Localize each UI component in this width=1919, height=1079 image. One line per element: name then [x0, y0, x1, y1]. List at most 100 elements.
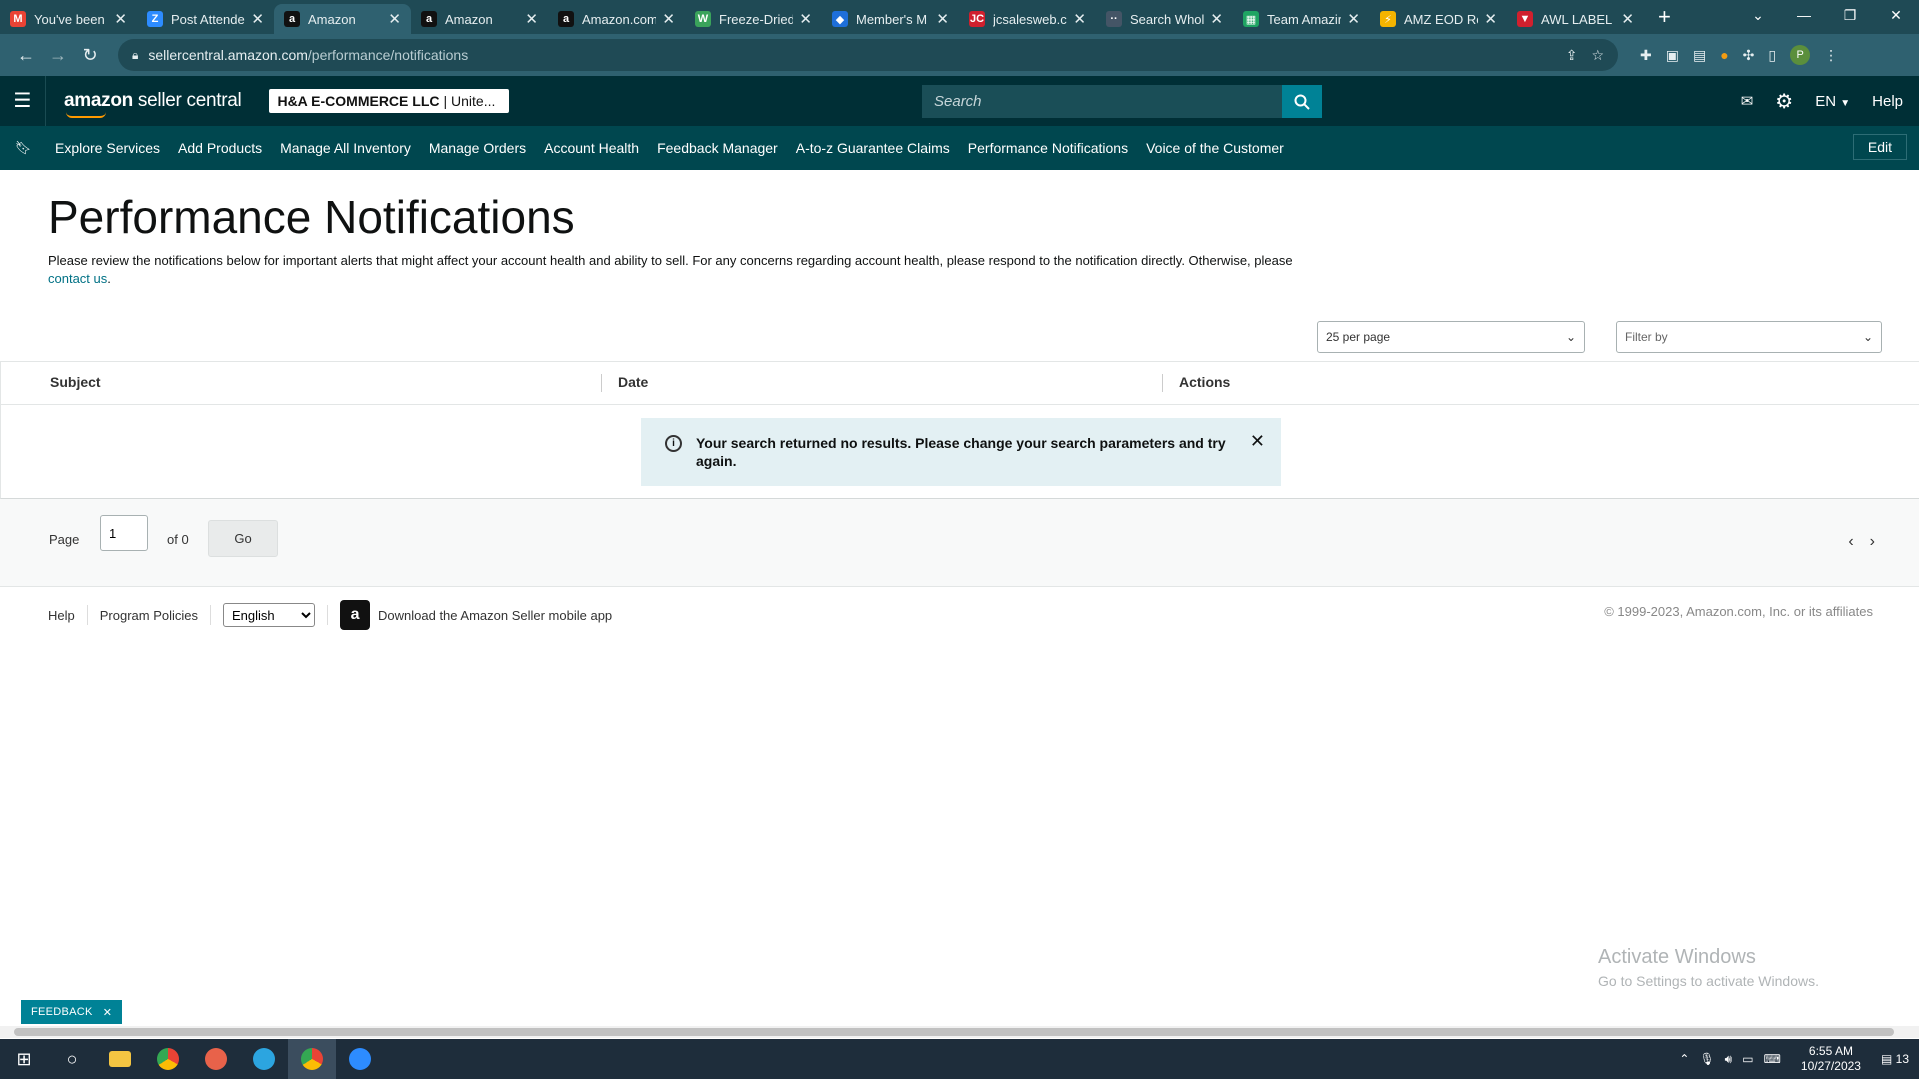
- nav-item[interactable]: Explore Services: [46, 140, 169, 156]
- side-panel-icon[interactable]: ▯: [1768, 47, 1776, 64]
- account-switcher[interactable]: H&A E-COMMERCE LLC | Unite...: [269, 89, 510, 113]
- minimize-button[interactable]: —: [1781, 7, 1827, 23]
- puzzle-icon[interactable]: ✣: [1743, 47, 1755, 64]
- nav-item[interactable]: Voice of the Customer: [1137, 140, 1293, 156]
- mail-icon[interactable]: ✉: [1741, 92, 1754, 110]
- language-selector[interactable]: EN ▼: [1815, 93, 1850, 110]
- feedback-button[interactable]: FEEDBACK ✕: [21, 1000, 123, 1024]
- tab-close-icon[interactable]: ✕: [388, 10, 401, 28]
- tab-close-icon[interactable]: ✕: [936, 10, 949, 28]
- tab-close-icon[interactable]: ✕: [1073, 10, 1086, 28]
- edit-nav-button[interactable]: Edit: [1852, 134, 1907, 160]
- browser-tab[interactable]: a Amazon ✕: [411, 4, 548, 34]
- bookmark-icon[interactable]: 🔖︎: [0, 140, 46, 156]
- tab-close-icon[interactable]: ✕: [251, 10, 264, 28]
- chrome-profile-icon[interactable]: [288, 1039, 336, 1079]
- browser-tab[interactable]: Z Post Attende ✕: [137, 4, 274, 34]
- browser-tab[interactable]: W Freeze-Dried ✕: [685, 4, 822, 34]
- column-date[interactable]: Date: [618, 374, 648, 390]
- page-number-input[interactable]: [100, 515, 148, 551]
- keyboard-icon[interactable]: ⌨: [1764, 1052, 1781, 1066]
- browser-tab[interactable]: a Amazon ✕: [274, 4, 411, 34]
- close-icon[interactable]: ✕: [103, 1006, 113, 1019]
- browser-tab[interactable]: ·· Search Whol ✕: [1096, 4, 1233, 34]
- search-circle-icon[interactable]: ○: [48, 1039, 96, 1079]
- network-icon[interactable]: ▭: [1742, 1052, 1753, 1066]
- browser-tab[interactable]: JC jcsalesweb.cc ✕: [959, 4, 1096, 34]
- footer-language-select[interactable]: English: [223, 603, 316, 627]
- extension-icon[interactable]: ✚: [1640, 47, 1652, 64]
- tab-close-icon[interactable]: ✕: [799, 10, 812, 28]
- per-page-select[interactable]: 25 per page ⌄: [1317, 321, 1585, 353]
- extension-icon[interactable]: ▤: [1693, 47, 1706, 64]
- browser-tab[interactable]: M You've been ✕: [0, 4, 137, 34]
- gear-icon[interactable]: ⚙: [1775, 89, 1793, 114]
- amazon-seller-central-logo[interactable]: amazon seller central: [64, 90, 242, 118]
- tab-close-icon[interactable]: ✕: [525, 10, 538, 28]
- horizontal-scrollbar[interactable]: [0, 1026, 1919, 1038]
- tab-search-icon[interactable]: ⌄: [1735, 7, 1781, 24]
- tab-close-icon[interactable]: ✕: [1210, 10, 1223, 28]
- tab-close-icon[interactable]: ✕: [662, 10, 675, 28]
- amazon-app-icon[interactable]: a: [340, 600, 371, 630]
- clock[interactable]: 6:55 AM 10/27/2023: [1801, 1044, 1861, 1074]
- program-policies-link[interactable]: Program Policies: [100, 608, 198, 623]
- tab-close-icon[interactable]: ✕: [1484, 10, 1497, 28]
- profile-avatar[interactable]: P: [1790, 45, 1811, 65]
- nav-item[interactable]: Add Products: [169, 140, 271, 156]
- close-icon[interactable]: ✕: [1250, 432, 1265, 450]
- speaker-icon[interactable]: 🔊︎: [1725, 1052, 1733, 1067]
- microphone-icon[interactable]: 🎙︎: [1699, 1052, 1714, 1066]
- forward-icon[interactable]: →: [42, 45, 74, 66]
- new-tab-button[interactable]: +: [1658, 4, 1671, 30]
- nav-item[interactable]: Feedback Manager: [648, 140, 787, 156]
- column-subject[interactable]: Subject: [50, 374, 101, 390]
- tab-title: AWL LABEL: [1541, 11, 1613, 27]
- scrollbar-thumb[interactable]: [14, 1028, 1894, 1036]
- search-button[interactable]: [1282, 85, 1322, 118]
- tab-close-icon[interactable]: ✕: [114, 10, 127, 28]
- nav-item[interactable]: Account Health: [535, 140, 648, 156]
- telegram-icon[interactable]: [240, 1039, 288, 1079]
- contact-us-link[interactable]: contact us: [48, 271, 107, 286]
- chevron-up-icon[interactable]: ⌃: [1679, 1052, 1689, 1066]
- browser-tab[interactable]: ⚡ AMZ EOD Re ✕: [1370, 4, 1507, 34]
- file-explorer-icon[interactable]: [96, 1039, 144, 1079]
- reload-icon[interactable]: ↻: [74, 45, 106, 66]
- tab-close-icon[interactable]: ✕: [1621, 10, 1634, 28]
- extension-icon[interactable]: ▣: [1666, 47, 1679, 64]
- go-button[interactable]: Go: [208, 520, 278, 557]
- zoom-icon[interactable]: [336, 1039, 384, 1079]
- restore-button[interactable]: ❐: [1827, 7, 1873, 24]
- chevron-down-icon: ⌄: [1862, 330, 1873, 344]
- chevron-right-icon[interactable]: ›: [1870, 533, 1875, 551]
- share-icon[interactable]: ⇪: [1566, 47, 1578, 64]
- nav-item[interactable]: Manage All Inventory: [271, 140, 420, 156]
- download-app-link[interactable]: Download the Amazon Seller mobile app: [378, 608, 612, 623]
- address-bar[interactable]: 🔒︎ sellercentral.amazon.com/performance/…: [118, 39, 1618, 71]
- notification-center-icon[interactable]: ▤ 13: [1881, 1052, 1909, 1066]
- game-app-icon[interactable]: [192, 1039, 240, 1079]
- windows-start-icon[interactable]: ⊞: [0, 1039, 48, 1079]
- menu-kebab-icon[interactable]: ⋮: [1824, 47, 1838, 64]
- nav-item[interactable]: Manage Orders: [420, 140, 535, 156]
- chrome-icon[interactable]: [144, 1039, 192, 1079]
- search-input[interactable]: [922, 85, 1282, 118]
- browser-tab[interactable]: ▦ Team Amazir ✕: [1233, 4, 1370, 34]
- browser-tab[interactable]: a Amazon.com ✕: [548, 4, 685, 34]
- back-icon[interactable]: ←: [10, 45, 42, 66]
- help-link[interactable]: Help: [1872, 93, 1903, 110]
- bookmark-star-icon[interactable]: ☆: [1591, 47, 1604, 64]
- browser-tab[interactable]: ▼ AWL LABEL ✕: [1507, 4, 1644, 34]
- extension-icon[interactable]: ●: [1720, 47, 1728, 63]
- close-window-button[interactable]: ✕: [1873, 7, 1919, 24]
- tab-close-icon[interactable]: ✕: [1347, 10, 1360, 28]
- footer-help-link[interactable]: Help: [48, 608, 75, 623]
- chevron-left-icon[interactable]: ‹: [1848, 533, 1853, 551]
- nav-item[interactable]: A-to-z Guarantee Claims: [787, 140, 959, 156]
- nav-item[interactable]: Performance Notifications: [959, 140, 1137, 156]
- hamburger-menu-icon[interactable]: ☰: [0, 76, 46, 126]
- filter-by-select[interactable]: Filter by ⌄: [1616, 321, 1882, 353]
- browser-tab[interactable]: ◆ Member's M ✕: [822, 4, 959, 34]
- lock-icon[interactable]: 🔒︎: [132, 48, 138, 63]
